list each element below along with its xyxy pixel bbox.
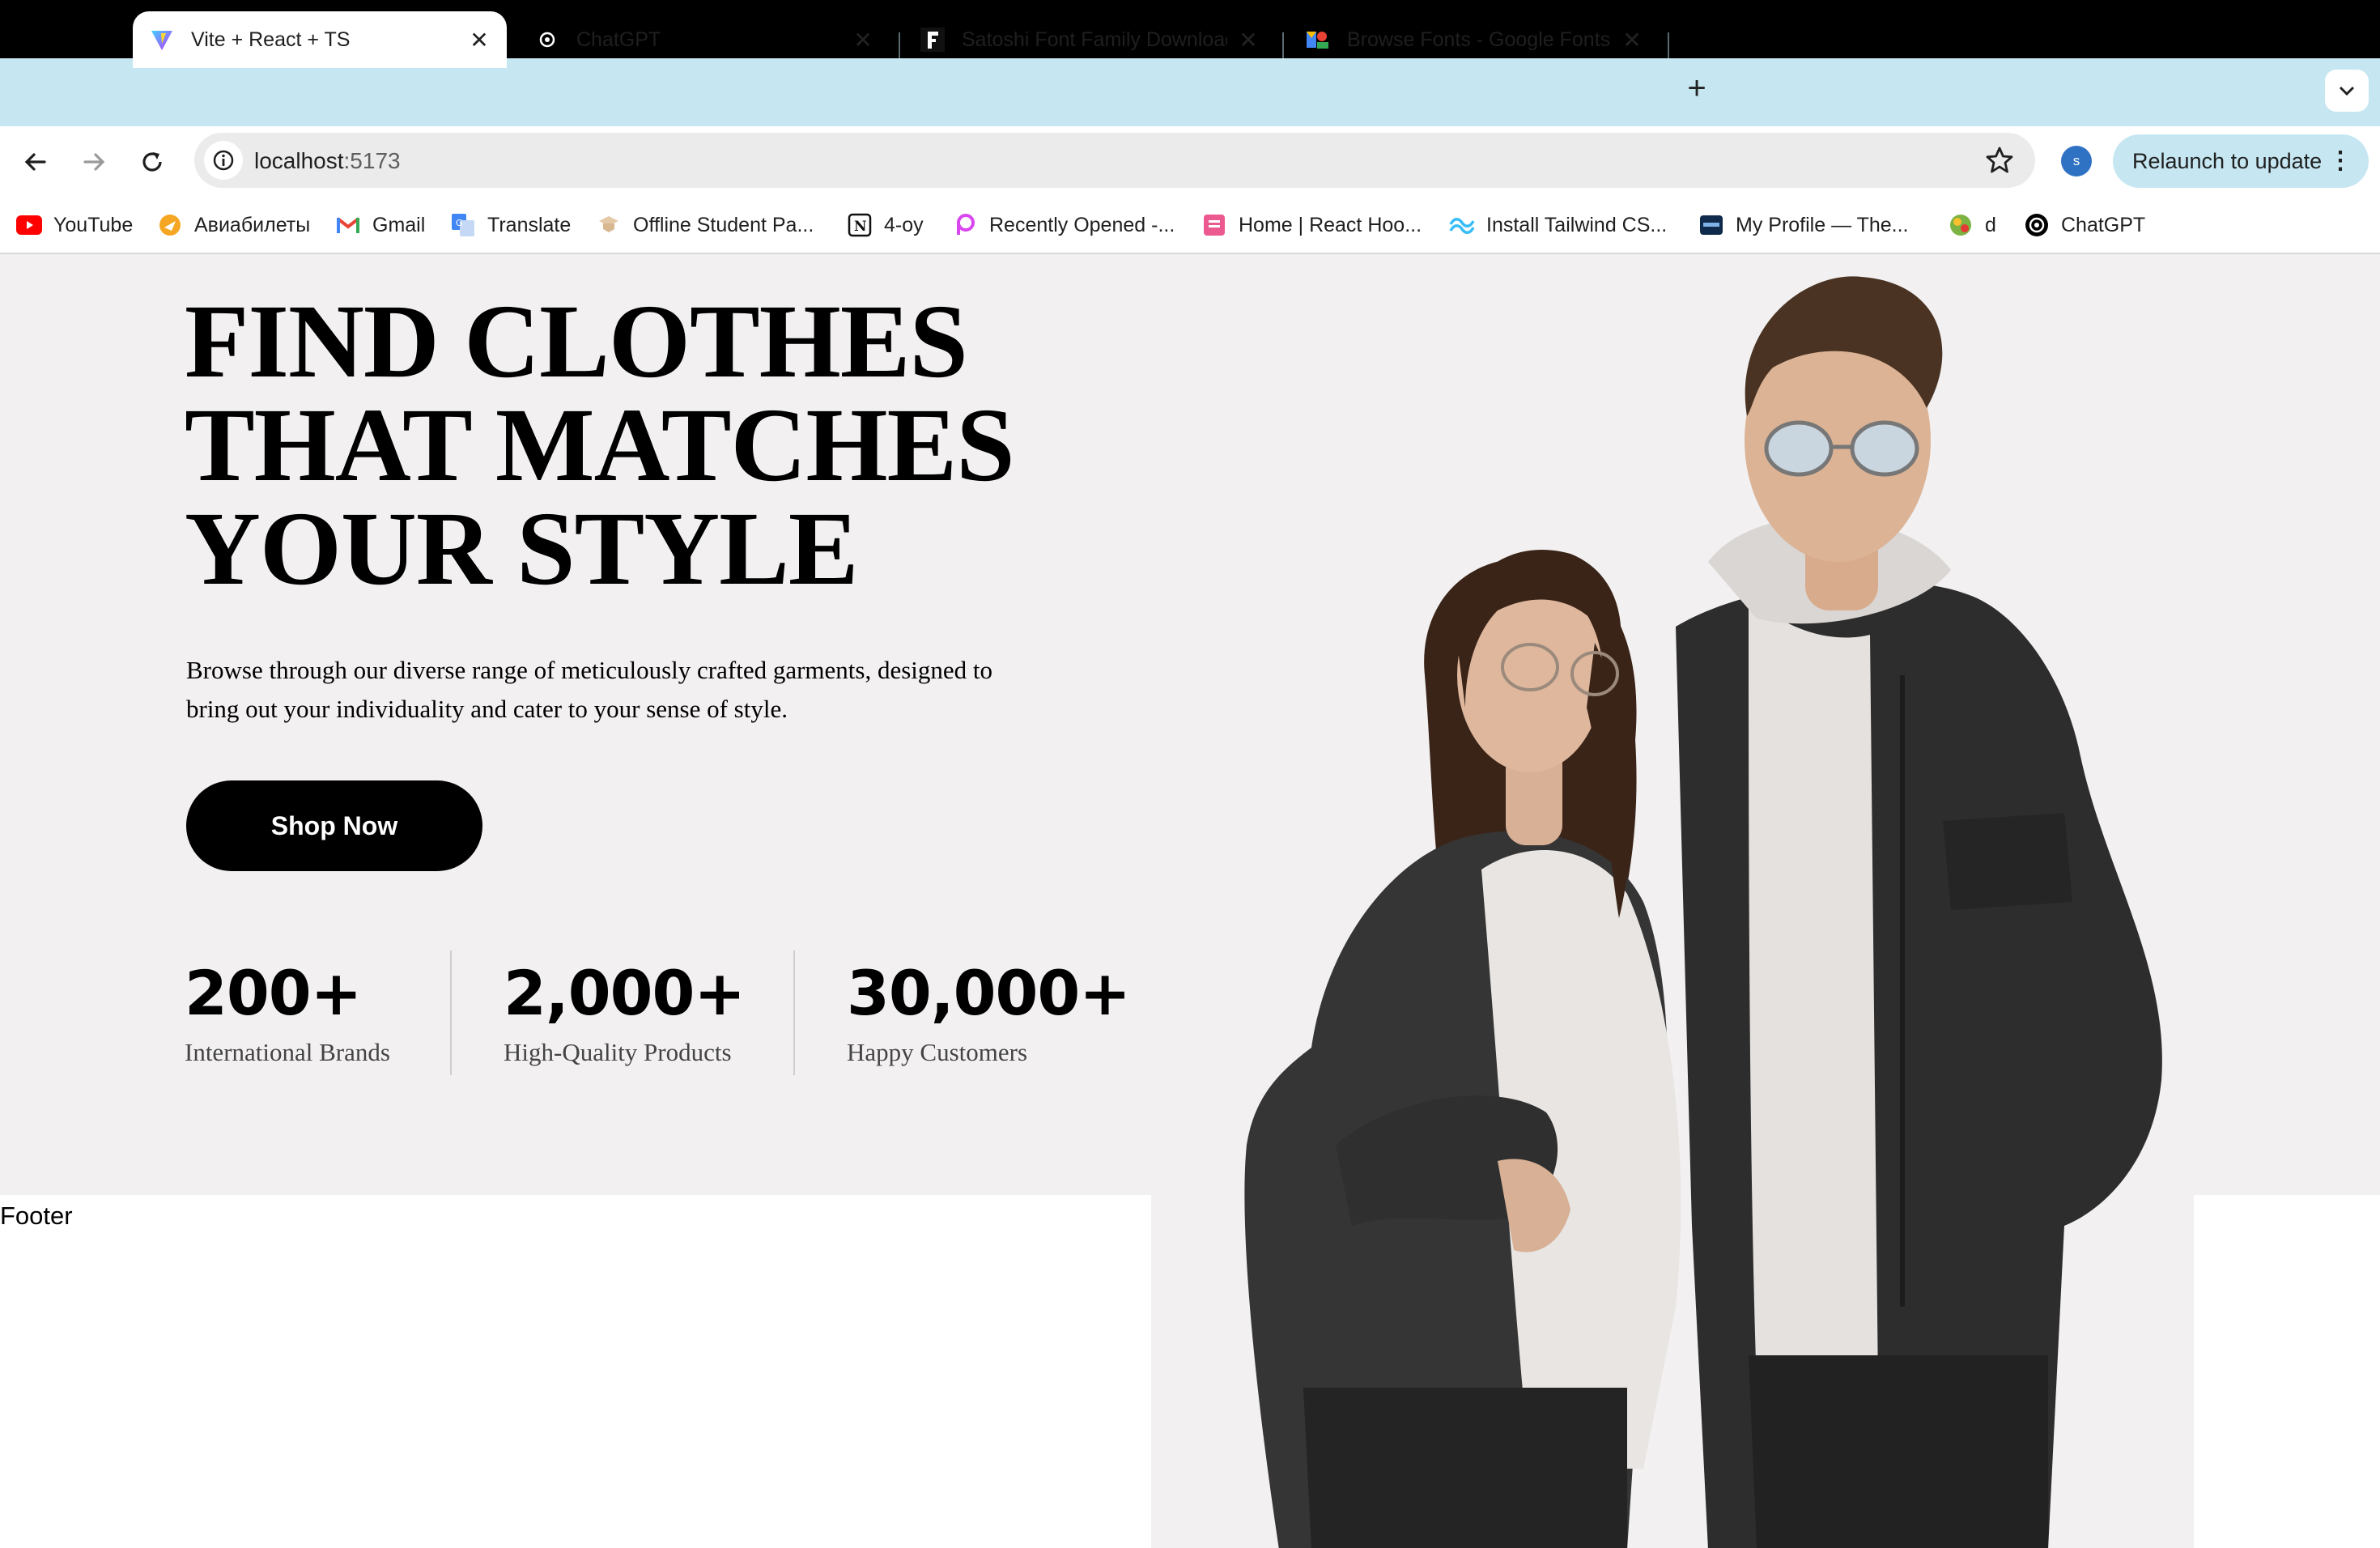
vite-icon <box>149 27 175 53</box>
react-hook-form-icon <box>1201 212 1227 238</box>
hero-heading-line: FIND CLOTHES <box>185 283 968 400</box>
bookmark-d[interactable]: d <box>1948 209 1996 241</box>
stat-value: 2,000+ <box>504 957 746 1029</box>
translate-icon: G <box>450 212 476 238</box>
tab-search-chevron-down-icon[interactable] <box>2325 70 2369 112</box>
bookmark-label: My Profile — The... <box>1736 213 1909 236</box>
bookmark-picsart[interactable]: Recently Opened -... <box>952 209 1175 241</box>
stat-brands: 200+ International Brands <box>185 955 390 1067</box>
forward-arrow-icon[interactable] <box>76 144 112 180</box>
bookmark-label: 4-oy <box>884 213 924 236</box>
tab-vite[interactable]: Vite + React + TS ✕ <box>133 11 507 68</box>
bookmark-label: Home | React Hoo... <box>1239 213 1422 236</box>
globe-icon <box>1948 212 1974 238</box>
bookmark-label: YouTube <box>53 213 134 236</box>
tab-title: ChatGPT <box>576 28 661 51</box>
student-icon <box>596 212 622 238</box>
url-host: localhost <box>254 148 344 173</box>
stat-label: High-Quality Products <box>504 1038 732 1066</box>
bookmark-label: Install Tailwind CS... <box>1486 213 1668 236</box>
tab-separator <box>899 32 900 58</box>
close-icon[interactable]: ✕ <box>1237 28 1260 53</box>
url-port: :5173 <box>343 148 401 173</box>
close-icon[interactable]: ✕ <box>852 28 874 53</box>
profile-avatar[interactable]: s <box>2061 146 2092 176</box>
relaunch-button[interactable]: Relaunch to update ⋮ <box>2113 134 2369 188</box>
tab-title: Browse Fonts - Google Fonts <box>1347 28 1611 51</box>
bookmark-notion[interactable]: N 4-oy <box>847 209 924 241</box>
notion-icon: N <box>847 212 873 238</box>
reload-icon[interactable] <box>134 144 170 180</box>
close-icon[interactable]: ✕ <box>468 28 491 53</box>
openai-icon <box>534 27 560 53</box>
bookmark-tailwind[interactable]: Install Tailwind CS... <box>1449 209 1667 241</box>
tab-strip <box>0 58 2380 126</box>
picsart-icon <box>952 212 978 238</box>
svg-text:N: N <box>854 219 867 235</box>
tab-google-fonts[interactable]: Browse Fonts - Google Fonts ✕ <box>1289 11 1660 68</box>
aviasales-icon <box>157 212 183 238</box>
bookmarks-bar: YouTube Авиабилеты Gmail G Translate Off… <box>0 196 2380 254</box>
hero-description-line: bring out your individuality and cater t… <box>186 695 788 723</box>
bookmark-chatgpt[interactable]: ChatGPT <box>2024 209 2145 241</box>
bookmark-label: Recently Opened -... <box>989 213 1175 236</box>
bookmark-label: Translate <box>487 213 572 236</box>
bookmark-student[interactable]: Offline Student Pa... <box>596 209 814 241</box>
stat-customers: 30,000+ Happy Customers <box>847 955 1131 1067</box>
site-info-icon[interactable] <box>204 141 243 180</box>
stat-divider <box>450 950 452 1075</box>
back-arrow-icon[interactable] <box>18 144 53 180</box>
stat-value: 200+ <box>185 957 362 1029</box>
tab-separator <box>1282 32 1284 58</box>
youtube-icon <box>16 212 42 238</box>
bookmark-react-hook-form[interactable]: Home | React Hoo... <box>1201 209 1422 241</box>
bookmark-label: Offline Student Pa... <box>633 213 814 236</box>
shop-now-button[interactable]: Shop Now <box>186 780 482 871</box>
bookmark-my-profile[interactable]: My Profile — The... <box>1698 209 1909 241</box>
stat-label: Happy Customers <box>847 1038 1028 1066</box>
bookmark-gmail[interactable]: Gmail <box>335 209 425 241</box>
close-icon[interactable]: ✕ <box>1621 28 1643 53</box>
tailwind-icon <box>1449 212 1475 238</box>
bookmark-label: Авиабилеты <box>194 213 311 236</box>
bookmark-aviasales[interactable]: Авиабилеты <box>157 209 310 241</box>
openai-icon <box>2024 212 2050 238</box>
relaunch-label: Relaunch to update <box>2132 148 2323 173</box>
footer-label: Footer <box>0 1201 73 1230</box>
bookmark-label: Gmail <box>372 213 426 236</box>
url-text: localhost:5173 <box>254 148 401 174</box>
tab-title: Vite + React + TS <box>191 28 351 51</box>
gmail-icon <box>335 212 361 238</box>
stat-value: 30,000+ <box>847 957 1131 1029</box>
bookmark-label: d <box>1985 213 1996 236</box>
hero-description-line: Browse through our diverse range of meti… <box>186 656 993 684</box>
tab-satoshi[interactable]: Satoshi Font Family Download ✕ <box>903 11 1276 68</box>
bookmark-youtube[interactable]: YouTube <box>16 209 133 241</box>
stat-divider <box>793 950 795 1075</box>
hero-heading-line: YOUR STYLE <box>185 491 859 607</box>
new-tab-plus-icon[interactable]: + <box>1682 72 1711 104</box>
hero-models-image <box>1244 276 2162 1548</box>
bookmark-star-icon[interactable] <box>1983 144 2016 176</box>
hero-heading-line: THAT MATCHES <box>185 387 1015 504</box>
stat-label: International Brands <box>185 1038 390 1066</box>
google-fonts-icon <box>1305 27 1331 53</box>
hero-description: Browse through our diverse range of meti… <box>186 651 1044 729</box>
kebab-menu-icon[interactable]: ⋮ <box>2328 146 2352 176</box>
svg-text:G: G <box>456 218 463 228</box>
hero-heading: FIND CLOTHES THAT MATCHES YOUR STYLE <box>185 283 1237 607</box>
address-bar[interactable]: localhost:5173 <box>194 133 2035 188</box>
tab-title: Satoshi Font Family Download <box>962 28 1227 51</box>
fontshare-icon <box>920 27 946 53</box>
profile-icon <box>1698 212 1724 238</box>
bookmark-translate[interactable]: G Translate <box>450 209 571 241</box>
browser-toolbar: localhost:5173 s Relaunch to update ⋮ <box>0 126 2380 196</box>
tab-separator <box>1668 32 1669 58</box>
stat-products: 2,000+ High-Quality Products <box>504 955 746 1067</box>
tab-chatgpt[interactable]: ChatGPT ✕ <box>518 11 890 68</box>
bookmark-label: ChatGPT <box>2061 213 2146 236</box>
